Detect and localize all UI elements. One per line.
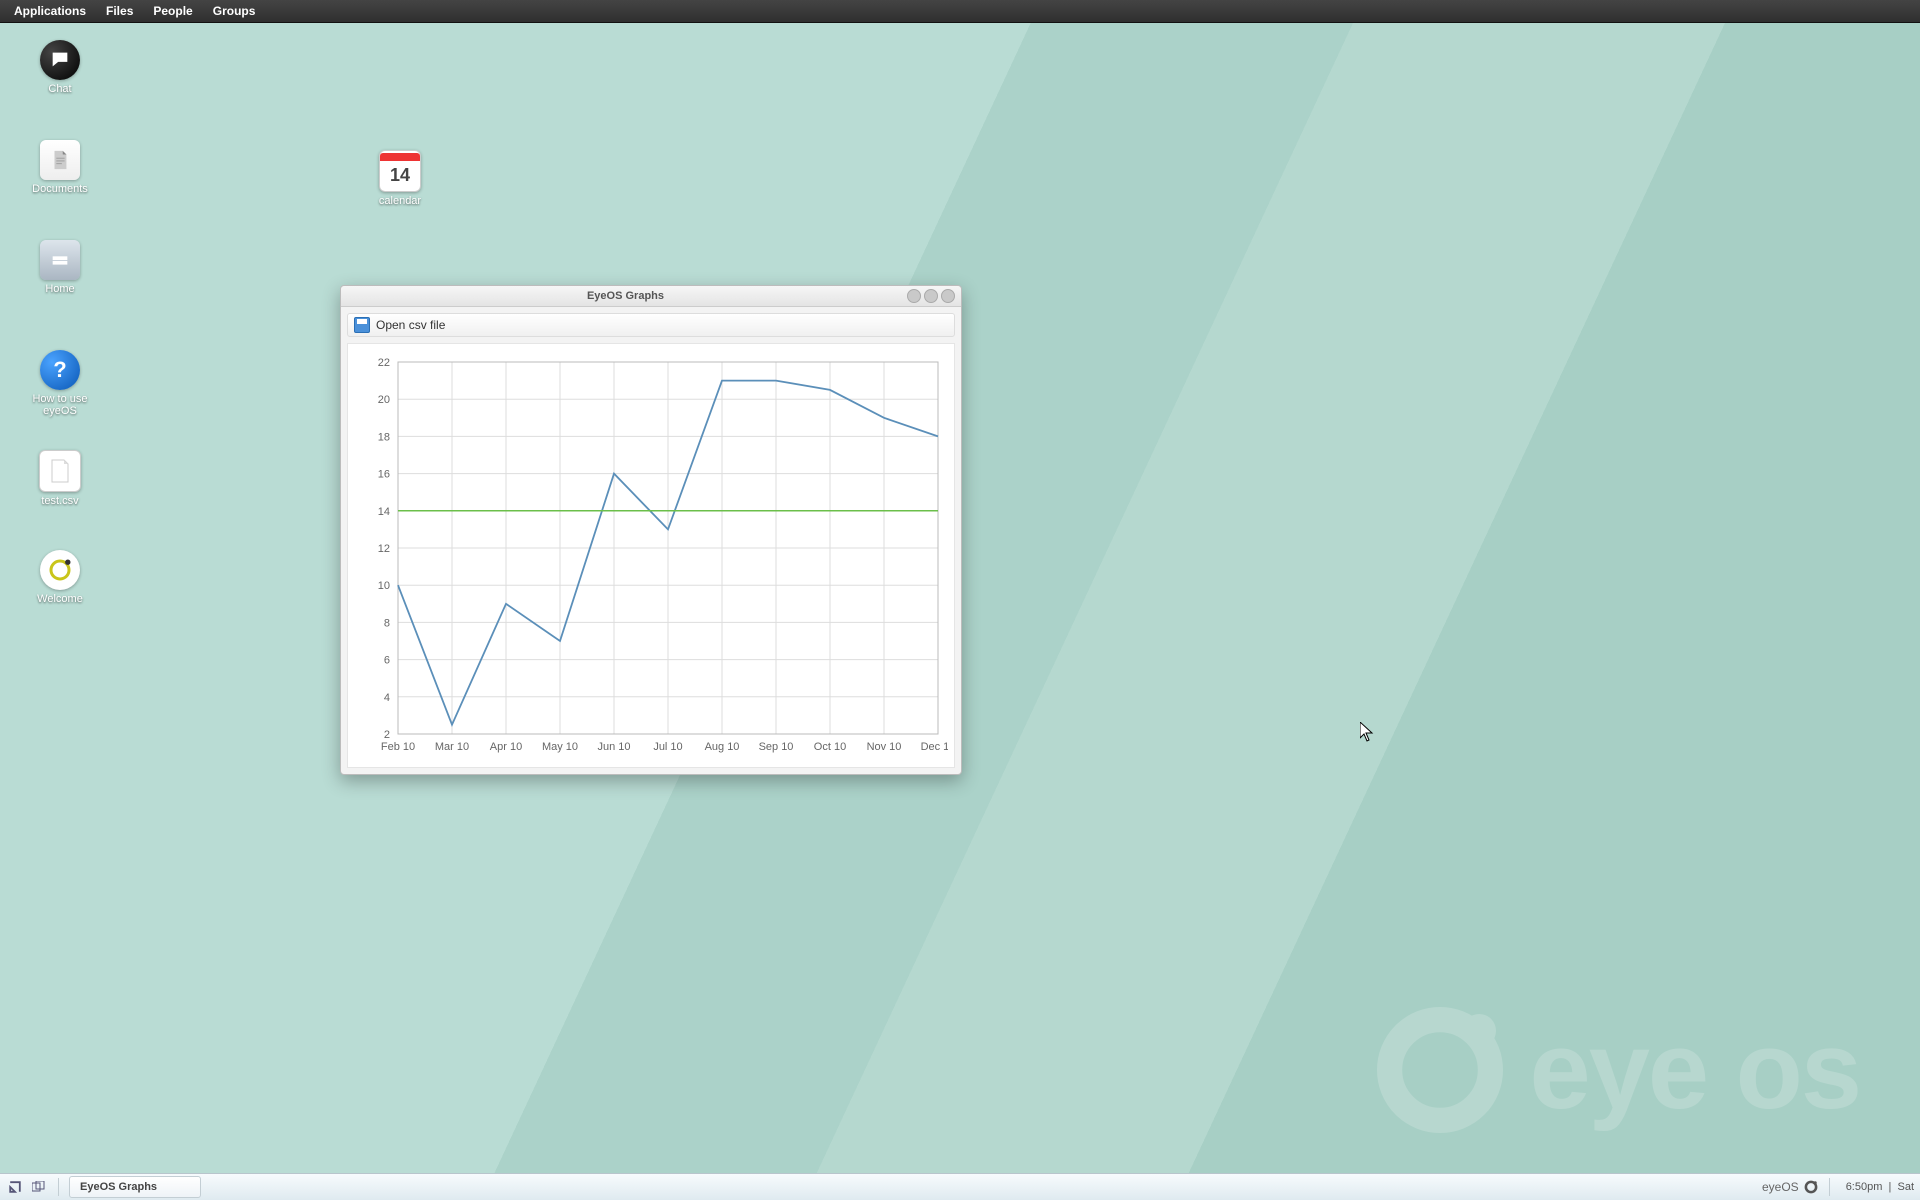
desktop-icon-chat[interactable]: Chat xyxy=(20,40,100,95)
docs-icon xyxy=(40,140,80,180)
open-csv-button[interactable]: Open csv file xyxy=(347,313,955,337)
menu-groups[interactable]: Groups xyxy=(203,4,266,18)
windows-button[interactable] xyxy=(30,1178,48,1196)
desktop: eye os ApplicationsFilesPeopleGroups Cha… xyxy=(0,0,1920,1200)
icon-label: test.csv xyxy=(20,495,100,507)
disk-icon xyxy=(354,317,370,333)
file-icon xyxy=(39,450,81,492)
chat-icon xyxy=(40,40,80,80)
clock-day: Sat xyxy=(1897,1181,1914,1193)
taskbar: EyeOS Graphs eyeOS 6:50pm | Sat xyxy=(0,1173,1920,1200)
window-eyeos-graphs[interactable]: EyeOS Graphs Open csv file 2 4 6 8 10 12 14 16 1… xyxy=(340,285,962,775)
icon-label: How to use eyeOS xyxy=(20,393,100,417)
svg-text:Dec 10: Dec 10 xyxy=(921,741,948,753)
svg-text:May 10: May 10 xyxy=(542,741,578,753)
svg-text:10: 10 xyxy=(378,580,390,592)
svg-text:16: 16 xyxy=(378,469,390,481)
svg-text:4: 4 xyxy=(384,692,390,704)
taskbar-item-label: EyeOS Graphs xyxy=(80,1181,157,1193)
maximize-button[interactable] xyxy=(924,289,938,303)
window-title: EyeOS Graphs xyxy=(347,290,904,302)
eyeos-watermark: eye os xyxy=(1370,1000,1860,1140)
svg-text:Jul 10: Jul 10 xyxy=(653,741,682,753)
window-titlebar[interactable]: EyeOS Graphs xyxy=(341,286,961,307)
icon-label: calendar xyxy=(360,195,440,207)
minimize-button[interactable] xyxy=(907,289,921,303)
desktop-icon-calendar[interactable]: 14 calendar xyxy=(360,150,440,207)
icon-label: Home xyxy=(20,283,100,295)
close-button[interactable] xyxy=(941,289,955,303)
help-icon: ? xyxy=(40,350,80,390)
svg-text:20: 20 xyxy=(378,394,390,406)
cal-icon: 14 xyxy=(379,150,421,192)
watermark-text: eye os xyxy=(1530,1007,1860,1134)
clock-time: 6:50pm xyxy=(1846,1181,1883,1193)
menu-applications[interactable]: Applications xyxy=(4,4,96,18)
taskbar-item-eyeos-graphs[interactable]: EyeOS Graphs xyxy=(69,1176,201,1198)
svg-text:12: 12 xyxy=(378,543,390,555)
svg-text:Feb 10: Feb 10 xyxy=(381,741,415,753)
top-menubar: ApplicationsFilesPeopleGroups xyxy=(0,0,1920,23)
svg-text:8: 8 xyxy=(384,617,390,629)
svg-text:Jun 10: Jun 10 xyxy=(597,741,630,753)
open-csv-label: Open csv file xyxy=(376,318,445,332)
desktop-icon-welcome[interactable]: Welcome xyxy=(20,550,100,605)
chart: 2 4 6 8 10 12 14 16 18 20 22 Feb 10 Mar 10 Apr 10 May … xyxy=(347,343,955,768)
desktop-icon-documents[interactable]: Documents xyxy=(20,140,100,195)
svg-text:14: 14 xyxy=(378,506,390,518)
taskbar-brand[interactable]: eyeOS xyxy=(1762,1179,1819,1195)
desktop-icon-home[interactable]: Home xyxy=(20,240,100,295)
menu-people[interactable]: People xyxy=(143,4,202,18)
svg-text:6: 6 xyxy=(384,655,390,667)
icon-label: Documents xyxy=(20,183,100,195)
show-desktop-button[interactable] xyxy=(6,1178,24,1196)
eyeos-logo-icon xyxy=(1803,1179,1819,1195)
svg-text:Oct 10: Oct 10 xyxy=(814,741,846,753)
svg-text:2: 2 xyxy=(384,729,390,741)
svg-text:18: 18 xyxy=(378,431,390,443)
svg-text:Mar 10: Mar 10 xyxy=(435,741,469,753)
svg-text:Aug 10: Aug 10 xyxy=(705,741,740,753)
desktop-icon-howto[interactable]: ? How to use eyeOS xyxy=(20,350,100,417)
svg-text:Nov 10: Nov 10 xyxy=(867,741,902,753)
taskbar-clock: 6:50pm | Sat xyxy=(1846,1181,1914,1193)
brand-text: eyeOS xyxy=(1762,1180,1799,1194)
menu-files[interactable]: Files xyxy=(96,4,143,18)
icon-label: Chat xyxy=(20,83,100,95)
home-icon xyxy=(40,240,80,280)
svg-text:22: 22 xyxy=(378,357,390,369)
svg-text:Sep 10: Sep 10 xyxy=(759,741,794,753)
icon-label: Welcome xyxy=(20,593,100,605)
desktop-icon-testcsv[interactable]: test.csv xyxy=(20,450,100,507)
welcome-icon xyxy=(40,550,80,590)
cursor-icon xyxy=(1360,722,1374,742)
svg-text:Apr 10: Apr 10 xyxy=(490,741,522,753)
